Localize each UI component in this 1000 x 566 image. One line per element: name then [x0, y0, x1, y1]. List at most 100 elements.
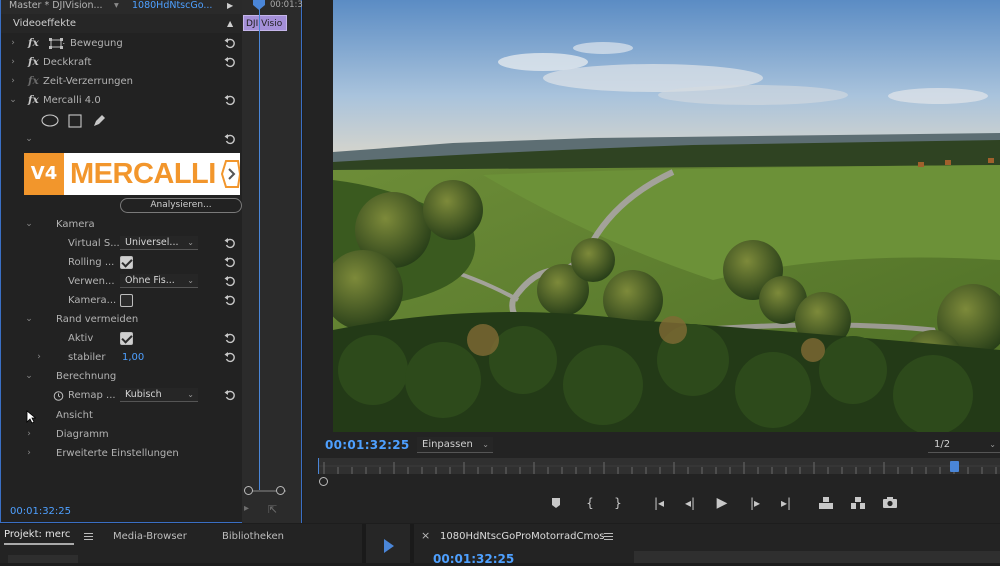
- video-frame[interactable]: [333, 0, 1000, 432]
- camera-checkbox[interactable]: [120, 294, 133, 307]
- menu-icon[interactable]: [84, 533, 93, 540]
- timeline-ruler[interactable]: [634, 551, 1000, 563]
- reset-icon[interactable]: [224, 133, 236, 145]
- group-berechnung[interactable]: ⌄ Berechnung: [1, 367, 243, 386]
- project-search-input[interactable]: [8, 555, 78, 563]
- reset-icon[interactable]: [224, 275, 236, 287]
- reset-icon[interactable]: [224, 56, 236, 68]
- project-tab[interactable]: Projekt: merc: [4, 529, 74, 545]
- group-erweiterte-einstellungen[interactable]: › Erweiterte Einstellungen: [1, 444, 243, 463]
- menu-icon[interactable]: [604, 533, 613, 540]
- fx-icon[interactable]: fx: [28, 53, 39, 72]
- filter-icon[interactable]: ▸: [244, 503, 249, 514]
- group-rand-vermeiden[interactable]: ⌄ Rand vermeiden: [1, 310, 243, 329]
- effect-row-bewegung[interactable]: › fx Bewegung: [1, 34, 243, 53]
- aktiv-checkbox[interactable]: [120, 332, 133, 345]
- mercalli-logo: V4 MERCALLI: [24, 153, 240, 195]
- camera-snapshot-icon[interactable]: [880, 494, 900, 512]
- chevron-down-icon[interactable]: ⌄: [24, 310, 34, 329]
- stopwatch-icon[interactable]: [53, 390, 64, 401]
- add-marker-icon[interactable]: [546, 494, 566, 512]
- go-to-out-icon[interactable]: ▸|: [776, 494, 796, 512]
- pen-mask-icon[interactable]: [92, 113, 106, 128]
- project-tab-label: Projekt: merc: [4, 529, 71, 540]
- media-browser-tab[interactable]: Media-Browser: [113, 531, 187, 542]
- lift-icon[interactable]: [816, 494, 836, 512]
- mark-in-icon[interactable]: {: [580, 494, 600, 512]
- chevron-down-icon[interactable]: ⌄: [8, 91, 18, 110]
- go-to-in-icon[interactable]: |◂: [649, 494, 669, 512]
- reset-icon[interactable]: [224, 389, 236, 401]
- triangle-up-icon[interactable]: ▲: [227, 14, 233, 33]
- reset-icon[interactable]: [224, 94, 236, 106]
- playhead-handle-icon[interactable]: [253, 0, 265, 10]
- virtual-stabilization-dropdown[interactable]: Universel... ⌄: [120, 236, 198, 250]
- group-ansicht[interactable]: › Ansicht: [1, 406, 243, 425]
- scrub-playhead[interactable]: [950, 461, 959, 472]
- play-only-icon[interactable]: ▶: [227, 0, 233, 12]
- chevron-right-icon[interactable]: ›: [8, 34, 18, 53]
- chevron-right-icon[interactable]: ›: [24, 425, 34, 444]
- zoom-level-dropdown[interactable]: Einpassen ⌄: [417, 437, 493, 453]
- param-label: stabiler: [68, 352, 106, 363]
- sequence-tab[interactable]: 1080HdNtscGoProMotorradCmos: [440, 531, 605, 542]
- effect-mini-timeline[interactable]: 00:01:36: ▸ ⇱: [242, 0, 311, 523]
- remap-dropdown[interactable]: Kubisch ⌄: [120, 388, 198, 402]
- libraries-tab[interactable]: Bibliotheken: [222, 531, 284, 542]
- mouse-cursor-icon: [26, 410, 36, 424]
- step-forward-icon[interactable]: |▸: [745, 494, 765, 512]
- chevron-right-icon[interactable]: ›: [8, 53, 18, 72]
- zoom-handle-right[interactable]: [276, 486, 285, 495]
- close-icon[interactable]: ×: [421, 529, 430, 542]
- dropdown-value: Ohne Fis...: [125, 275, 175, 286]
- extract-icon[interactable]: [848, 494, 868, 512]
- chevron-right-icon[interactable]: ›: [8, 72, 18, 91]
- group-label: Rand vermeiden: [56, 314, 139, 325]
- play-icon[interactable]: ▶: [712, 494, 732, 512]
- chevron-down-icon[interactable]: ⌄: [24, 130, 34, 149]
- rectangle-mask-icon[interactable]: [68, 114, 82, 128]
- reset-icon[interactable]: [224, 37, 236, 49]
- group-diagramm[interactable]: › Diagramm: [1, 425, 243, 444]
- lens-dropdown[interactable]: Ohne Fis... ⌄: [120, 274, 198, 288]
- export-icon[interactable]: ⇱: [268, 503, 277, 516]
- group-kamera[interactable]: ⌄ Kamera: [1, 215, 243, 234]
- chevron-down-icon[interactable]: ⌄: [24, 215, 34, 234]
- effect-name: Mercalli 4.0: [43, 95, 101, 106]
- sequence-timecode[interactable]: 00:01:32:25: [433, 552, 514, 566]
- chevron-right-icon[interactable]: ›: [24, 444, 34, 463]
- reset-icon[interactable]: [224, 351, 236, 363]
- rolling-shutter-checkbox[interactable]: [120, 256, 133, 269]
- master-clip-label[interactable]: Master * DJIVision...: [9, 0, 103, 12]
- stabiler-value[interactable]: 1,00: [122, 348, 144, 367]
- param-label: Verwen...: [68, 276, 115, 287]
- program-timecode[interactable]: 00:01:32:25: [325, 438, 410, 452]
- ellipse-mask-icon[interactable]: [41, 114, 59, 127]
- fx-icon[interactable]: fx: [28, 91, 39, 110]
- chevron-down-icon[interactable]: ⌄: [24, 367, 34, 386]
- reset-icon[interactable]: [224, 332, 236, 344]
- effect-row-deckkraft[interactable]: › fx Deckkraft: [1, 53, 243, 72]
- effect-controls-timecode[interactable]: 00:01:32:25: [10, 506, 71, 517]
- dropdown-value: Universel...: [125, 237, 179, 248]
- fx-icon[interactable]: fx: [28, 34, 39, 53]
- mark-out-icon[interactable]: }: [608, 494, 628, 512]
- sequence-clip-label[interactable]: 1080HdNtscGo...: [132, 0, 212, 12]
- chevron-right-icon[interactable]: ›: [34, 348, 44, 367]
- analyze-button[interactable]: Analysieren...: [120, 198, 242, 213]
- effect-row-mercalli[interactable]: ⌄ fx Mercalli 4.0: [1, 91, 243, 110]
- monitor-scrub-bar[interactable]: [318, 458, 1000, 474]
- reset-icon[interactable]: [224, 294, 236, 306]
- reset-icon[interactable]: [224, 237, 236, 249]
- scroll-handle-left[interactable]: [319, 477, 328, 486]
- reset-icon[interactable]: [224, 256, 236, 268]
- effect-row-zeit-verzerrungen[interactable]: › fx Zeit-Verzerrungen: [1, 72, 243, 91]
- param-label: Virtual S...: [68, 238, 120, 249]
- motion-transform-icon[interactable]: [49, 38, 65, 49]
- selection-tool-icon[interactable]: [382, 538, 396, 554]
- zoom-handle-left[interactable]: [244, 486, 253, 495]
- timeline-clip[interactable]: DJI Visio: [243, 15, 287, 31]
- group-label: Berechnung: [56, 371, 117, 382]
- playback-resolution-dropdown[interactable]: 1/2 ⌄: [928, 437, 1000, 453]
- step-back-icon[interactable]: ◂|: [680, 494, 700, 512]
